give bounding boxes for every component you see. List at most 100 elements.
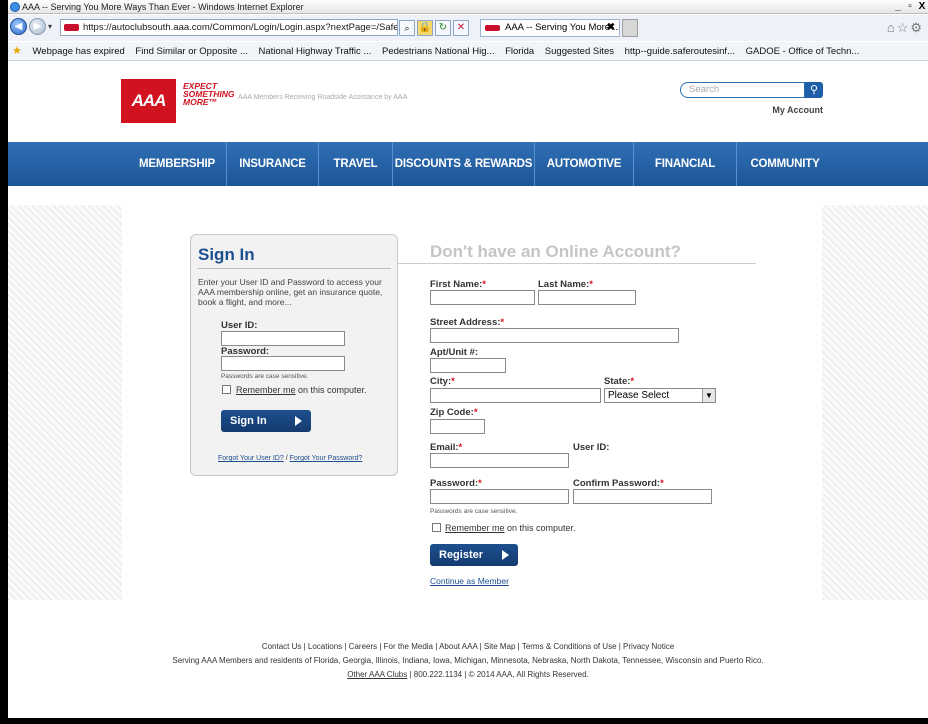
register-remember-suffix: on this computer. — [504, 523, 576, 533]
nav-travel[interactable]: TRAVEL — [319, 142, 392, 186]
first-name-label-text: First Name: — [430, 279, 483, 290]
fav-item-3[interactable]: Pedestrians National Hig... — [382, 46, 494, 57]
lock-icon[interactable]: 🔒 — [417, 20, 433, 36]
web-page: AAA EXPECT SOMETHING MORE™ AAA Members R… — [8, 62, 928, 718]
register-remember-link[interactable]: Remember me — [445, 523, 505, 533]
favorites-bar: ★ Webpage has expired Find Similar or Op… — [8, 42, 928, 61]
window-title: AAA -- Serving You More Ways Than Ever -… — [22, 2, 304, 12]
forgot-user-id-link[interactable]: Forgot Your User ID? — [218, 455, 284, 462]
recent-pages-icon[interactable]: ▾ — [48, 22, 52, 31]
tab-title: AAA -- Serving You More ... — [505, 22, 620, 33]
my-account-link[interactable]: My Account — [753, 105, 823, 115]
favorites-add-icon[interactable]: ★ — [12, 45, 22, 57]
tab-favicon — [485, 25, 500, 31]
divider — [198, 268, 391, 269]
register-button[interactable]: Register — [430, 544, 518, 566]
fav-item-0[interactable]: Webpage has expired — [33, 46, 125, 57]
ie-icon — [10, 2, 20, 12]
email-input[interactable] — [430, 453, 569, 468]
footer-links[interactable]: Contact Us | Locations | Careers | For t… — [8, 640, 928, 654]
fav-item-1[interactable]: Find Similar or Opposite ... — [135, 46, 247, 57]
continue-as-member-link[interactable]: Continue as Member — [430, 576, 509, 586]
user-id-register-label: User ID: — [573, 442, 610, 453]
phone-copyright: | 800.222.1134 | © 2014 AAA, All Rights … — [407, 670, 589, 679]
user-id-label: User ID: — [221, 320, 258, 331]
city-label-text: City: — [430, 376, 452, 387]
favorites-star-icon[interactable]: ☆ — [897, 20, 911, 35]
back-button[interactable]: ◀ — [10, 18, 27, 35]
browser-tab[interactable]: AAA -- Serving You More ... ✖ — [480, 19, 620, 37]
arrow-right-icon — [295, 416, 302, 426]
home-icon[interactable]: ⌂ — [887, 20, 897, 35]
fav-item-6[interactable]: http--guide.saferoutesinf... — [625, 46, 735, 57]
nav-financial[interactable]: FINANCIAL — [634, 142, 736, 186]
search-icon[interactable]: ⚲ — [805, 82, 823, 98]
required-marker: * — [630, 376, 635, 387]
address-input[interactable]: https://autoclubsouth.aaa.com/Common/Log… — [60, 19, 398, 36]
confirm-password-input[interactable] — [573, 489, 712, 504]
street-label-text: Street Address: — [430, 317, 501, 328]
signin-user-id-input[interactable] — [221, 331, 345, 346]
tagline-line: MORE™ — [183, 97, 217, 107]
nav-membership[interactable]: MEMBERSHIP — [128, 142, 226, 186]
zip-input[interactable] — [430, 419, 485, 434]
forgot-password-link[interactable]: Forgot Your Password? — [290, 455, 363, 462]
other-clubs-link[interactable]: Other AAA Clubs — [347, 670, 407, 679]
fav-item-5[interactable]: Suggested Sites — [545, 46, 614, 57]
minimize-icon[interactable]: _ — [892, 0, 904, 13]
sign-in-button[interactable]: Sign In — [221, 410, 311, 432]
register-password-label-text: Password: — [430, 478, 479, 489]
register-remember-checkbox[interactable] — [432, 523, 441, 532]
fav-item-7[interactable]: GADOE - Office of Techn... — [746, 46, 860, 57]
refresh-icon[interactable]: ↻ — [435, 20, 451, 36]
case-sensitive-note: Passwords are case sensitive. — [221, 373, 309, 380]
search-dropdown-icon[interactable]: ⌕ — [399, 20, 415, 36]
stop-icon[interactable]: ✕ — [453, 20, 469, 36]
remember-checkbox[interactable] — [222, 385, 231, 394]
required-marker: * — [482, 279, 486, 290]
last-name-label: Last Name:* — [538, 279, 593, 290]
first-name-input[interactable] — [430, 290, 535, 305]
state-select[interactable]: Please Select ▼ — [604, 388, 716, 403]
chevron-down-icon[interactable]: ▼ — [702, 389, 715, 402]
email-label: Email:* — [430, 442, 462, 453]
register-title: Don't have an Online Account? — [430, 242, 681, 261]
right-pattern — [822, 205, 928, 600]
nav-automotive[interactable]: AUTOMOTIVE — [535, 142, 633, 186]
nav-discounts-rewards[interactable]: DISCOUNTS & REWARDS — [393, 142, 534, 186]
fav-item-2[interactable]: National Highway Traffic ... — [259, 46, 372, 57]
aaa-logo[interactable]: AAA — [121, 79, 176, 123]
gear-icon[interactable]: ⚙ — [910, 20, 924, 35]
remember-link[interactable]: Remember me — [236, 385, 296, 395]
search-input[interactable]: Search — [680, 82, 805, 98]
new-tab-button[interactable] — [622, 19, 638, 37]
email-label-text: Email: — [430, 442, 459, 453]
last-name-input[interactable] — [538, 290, 636, 305]
nav-community[interactable]: COMMUNITY — [737, 142, 833, 186]
nav-insurance[interactable]: INSURANCE — [227, 142, 318, 186]
register-password-input[interactable] — [430, 489, 569, 504]
top-note: AAA Members Receiving Roadside Assistanc… — [238, 94, 408, 101]
city-input[interactable] — [430, 388, 601, 403]
address-bar-row: ◀ ▶ ▾ https://autoclubsouth.aaa.com/Comm… — [8, 15, 928, 41]
required-marker: * — [589, 279, 593, 290]
fav-item-4[interactable]: Florida — [505, 46, 534, 57]
close-icon[interactable]: X — [916, 0, 928, 13]
remember-suffix: on this computer. — [295, 385, 367, 395]
signin-password-input[interactable] — [221, 356, 345, 371]
state-label-text: State: — [604, 376, 631, 387]
left-pattern — [8, 205, 122, 600]
tab-close-icon[interactable]: ✖ — [607, 20, 615, 36]
required-marker: * — [478, 478, 482, 489]
restore-icon[interactable]: ▫ — [904, 0, 916, 13]
required-marker: * — [473, 407, 478, 418]
browser-window: AAA -- Serving You More Ways Than Ever -… — [8, 0, 928, 718]
sign-in-panel: Sign In Enter your User ID and Password … — [190, 234, 398, 476]
forward-button[interactable]: ▶ — [29, 18, 46, 35]
arrow-right-icon — [502, 550, 509, 560]
first-name-label: First Name:* — [430, 279, 486, 290]
street-address-input[interactable] — [430, 328, 679, 343]
register-case-note: Passwords are case sensitive. — [430, 508, 518, 515]
apt-input[interactable] — [430, 358, 506, 373]
window-title-bar: AAA -- Serving You More Ways Than Ever -… — [8, 0, 928, 14]
